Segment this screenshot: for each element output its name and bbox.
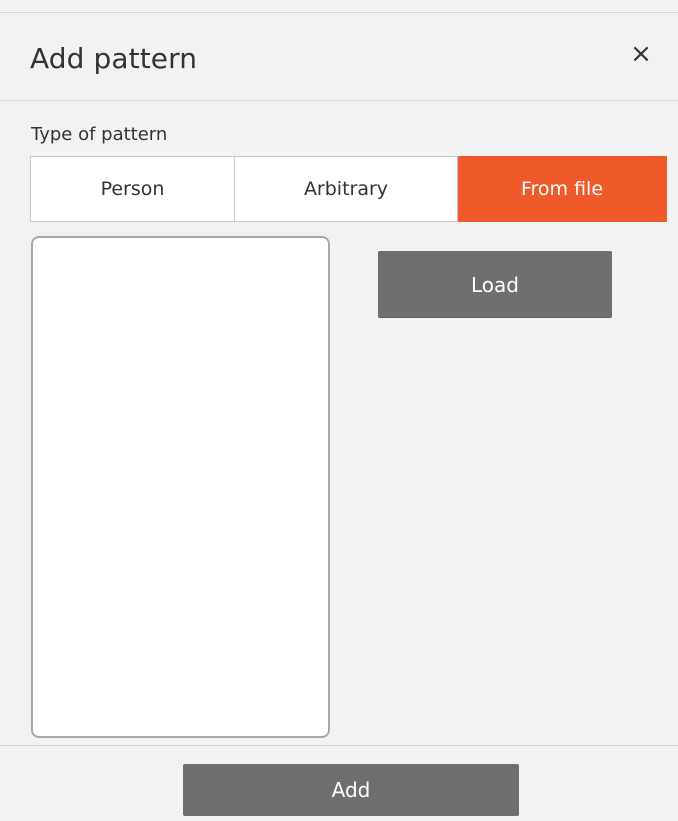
pattern-type-label: Type of pattern [31, 124, 168, 145]
file-list-box[interactable] [31, 236, 330, 738]
load-button[interactable]: Load [378, 251, 612, 318]
add-pattern-dialog: Add pattern × Type of pattern Person Arb… [0, 0, 678, 821]
pattern-type-person[interactable]: Person [30, 156, 234, 222]
pattern-type-selector: Person Arbitrary From file [30, 156, 667, 222]
pattern-type-from-file[interactable]: From file [458, 156, 667, 222]
dialog-header: Add pattern × [0, 13, 678, 101]
add-button[interactable]: Add [183, 764, 519, 816]
footer-divider [0, 745, 678, 746]
close-icon[interactable]: × [626, 39, 656, 69]
dialog-title: Add pattern [30, 42, 198, 75]
pattern-type-arbitrary[interactable]: Arbitrary [234, 156, 458, 222]
